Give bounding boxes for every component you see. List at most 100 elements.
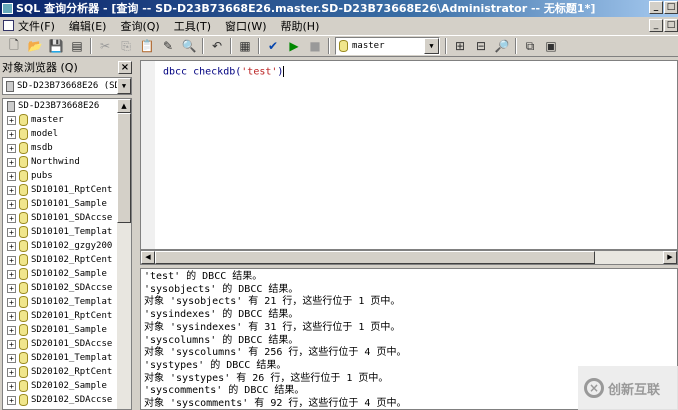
scroll-thumb[interactable]: [155, 251, 595, 264]
tree-server[interactable]: SD-D23B73668E26: [3, 99, 131, 113]
expand-icon[interactable]: +: [7, 269, 16, 279]
editor-hscrollbar[interactable]: ◀ ▶: [140, 250, 678, 265]
server-label: SD-D23B73668E26: [18, 101, 100, 111]
tree-database[interactable]: + SD20101_SDAccse: [3, 337, 131, 351]
expand-icon[interactable]: +: [7, 297, 16, 307]
database-icon: [339, 40, 348, 52]
expand-icon[interactable]: +: [7, 241, 16, 251]
tree-database[interactable]: + SD10102_Templat: [3, 295, 131, 309]
execute-icon[interactable]: ▶: [286, 38, 302, 54]
tree-database[interactable]: + SD10101_Sample: [3, 197, 131, 211]
menu-bar: 文件(F) 编辑(E) 查询(Q) 工具(T) 窗口(W) 帮助(H) _ □: [0, 17, 678, 34]
tree-database[interactable]: + SD10102_Sample: [3, 267, 131, 281]
save-icon[interactable]: 💾: [48, 38, 64, 54]
close-icon[interactable]: ×: [118, 60, 132, 74]
expand-icon[interactable]: +: [7, 213, 16, 223]
database-label: SD10102_Templat: [31, 297, 113, 307]
menu-help[interactable]: 帮助(H): [281, 18, 320, 34]
tree-scrollbar[interactable]: ▲: [117, 99, 131, 409]
object-browser-icon[interactable]: ⊟: [473, 38, 489, 54]
clear-icon[interactable]: ✎: [160, 38, 176, 54]
paste-icon[interactable]: 📋: [139, 38, 155, 54]
new-query-icon[interactable]: 🗋: [6, 38, 22, 54]
copy-icon[interactable]: ⎘: [118, 38, 134, 54]
cut-icon[interactable]: ✂: [97, 38, 113, 54]
scroll-thumb[interactable]: [117, 113, 131, 223]
tree-database[interactable]: + SD20101_Sample: [3, 323, 131, 337]
tree-database[interactable]: + SD20102_Sample: [3, 379, 131, 393]
chevron-down-icon[interactable]: ▼: [117, 78, 131, 94]
expand-icon[interactable]: +: [7, 283, 16, 293]
expand-icon[interactable]: +: [7, 185, 16, 195]
menu-edit[interactable]: 编辑(E): [69, 18, 107, 34]
expand-icon[interactable]: +: [7, 171, 16, 181]
tree-database[interactable]: + msdb: [3, 141, 131, 155]
expand-icon[interactable]: +: [7, 129, 16, 139]
expand-icon[interactable]: +: [7, 395, 16, 405]
doc-restore-button[interactable]: □: [664, 19, 678, 32]
tree-database[interactable]: + model: [3, 127, 131, 141]
menu-tools[interactable]: 工具(T): [174, 18, 211, 34]
server-select[interactable]: SD-D23B73668E26 (SD- ▼: [2, 77, 132, 95]
menu-query[interactable]: 查询(Q): [120, 18, 159, 34]
tree-database[interactable]: + pubs: [3, 169, 131, 183]
expand-icon[interactable]: +: [7, 311, 16, 321]
expand-icon[interactable]: +: [7, 353, 16, 363]
expand-icon[interactable]: +: [7, 115, 16, 125]
tree-database[interactable]: + SD10101_Templat: [3, 225, 131, 239]
chevron-down-icon[interactable]: ▼: [424, 38, 439, 54]
scroll-up-icon[interactable]: ▲: [117, 99, 131, 113]
execution-plan-icon[interactable]: ⊞: [452, 38, 468, 54]
find-icon[interactable]: 🔍: [181, 38, 197, 54]
tree-database[interactable]: + SD10101_RptCent: [3, 183, 131, 197]
tree-database[interactable]: + SD10101_SDAccse: [3, 211, 131, 225]
parse-icon[interactable]: ✔: [265, 38, 281, 54]
database-icon: [19, 170, 28, 182]
query-editor[interactable]: dbcc checkdb('test'): [140, 60, 678, 250]
database-label: SD10102_Sample: [31, 269, 107, 279]
menu-file[interactable]: 文件(F): [18, 18, 55, 34]
scroll-right-icon[interactable]: ▶: [663, 251, 677, 264]
database-icon: [19, 324, 28, 336]
open-icon[interactable]: 📂: [27, 38, 43, 54]
maximize-button[interactable]: □: [664, 1, 678, 14]
tree-database[interactable]: + Northwind: [3, 155, 131, 169]
object-search-icon[interactable]: 🔎: [494, 38, 510, 54]
tree-database[interactable]: + SD20101_RptCent: [3, 309, 131, 323]
expand-icon[interactable]: +: [7, 381, 16, 391]
stop-icon[interactable]: ■: [307, 38, 323, 54]
tree-database[interactable]: + SD10102_RptCent: [3, 253, 131, 267]
database-select[interactable]: master ▼: [335, 37, 440, 55]
expand-icon[interactable]: +: [7, 255, 16, 265]
database-label: SD20102_Sample: [31, 381, 107, 391]
doc-minimize-button[interactable]: _: [649, 19, 663, 32]
expand-icon[interactable]: +: [7, 367, 16, 377]
database-icon: [19, 128, 28, 140]
object-tree: SD-D23B73668E26 + master + model + msdb + North…: [2, 98, 132, 410]
properties-icon[interactable]: ⧉: [522, 38, 538, 54]
expand-icon[interactable]: +: [7, 325, 16, 335]
tree-database[interactable]: + SD20102_RptCent: [3, 365, 131, 379]
tree-database[interactable]: + SD10102_SDAccse: [3, 281, 131, 295]
menu-window[interactable]: 窗口(W): [225, 18, 266, 34]
tree-database[interactable]: + SD20101_Templat: [3, 351, 131, 365]
query-text[interactable]: dbcc checkdb('test'): [163, 66, 285, 78]
expand-icon[interactable]: +: [7, 157, 16, 167]
tree-database[interactable]: + SD20102_SDAccse: [3, 393, 131, 407]
results-mode-icon[interactable]: ▦: [237, 38, 253, 54]
database-icon: [19, 380, 28, 392]
expand-icon[interactable]: +: [7, 227, 16, 237]
server-icon: [7, 100, 15, 112]
watermark: × 创新互联: [578, 366, 678, 410]
scroll-left-icon[interactable]: ◀: [141, 251, 155, 264]
results-pane-icon[interactable]: ▣: [543, 38, 559, 54]
toolbar: 🗋 📂 💾 ▤ ✂ ⎘ 📋 ✎ 🔍 ↶ ▦ ✔ ▶ ■ master ▼ ⊞ ⊟…: [0, 35, 678, 57]
tree-database[interactable]: + SD10102_gzgy200: [3, 239, 131, 253]
minimize-button[interactable]: _: [649, 1, 663, 14]
tree-database[interactable]: + master: [3, 113, 131, 127]
undo-icon[interactable]: ↶: [209, 38, 225, 54]
expand-icon[interactable]: +: [7, 199, 16, 209]
insert-template-icon[interactable]: ▤: [69, 38, 85, 54]
expand-icon[interactable]: +: [7, 143, 16, 153]
expand-icon[interactable]: +: [7, 339, 16, 349]
